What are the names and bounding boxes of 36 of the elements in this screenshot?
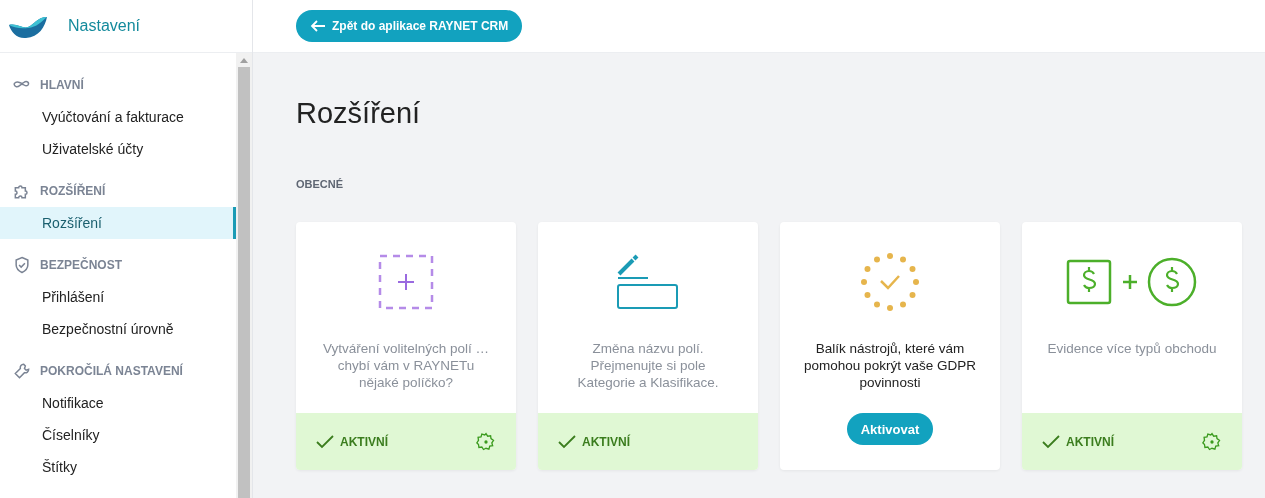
- app-title: Nastavení: [68, 17, 141, 35]
- settings-icon[interactable]: [1202, 431, 1222, 452]
- section-label: OBECNÉ: [296, 178, 345, 190]
- pencil-field-icon: [617, 254, 679, 310]
- sidebar-item[interactable]: Bezpečnostní úrovně: [0, 313, 236, 345]
- arrow-left-icon: [310, 20, 326, 32]
- sidebar-item[interactable]: Rozšíření: [0, 207, 236, 239]
- dashed-plus-icon: [378, 254, 434, 310]
- sidebar-item[interactable]: Přihlášení: [0, 281, 236, 313]
- sidebar-item[interactable]: Notifikace: [0, 387, 236, 419]
- dollar-plus-icon: [1066, 257, 1198, 307]
- sidebar-item[interactable]: Štítky: [0, 451, 236, 483]
- status-label: AKTIVNÍ: [1066, 434, 1114, 449]
- card-description: Evidence více typů obchodu: [1046, 340, 1218, 357]
- check-icon: [558, 434, 576, 449]
- card-description: Vytváření volitelných polí … chybí vám v RAYNETu nějaké políčko?: [321, 340, 491, 391]
- scrollbar[interactable]: [236, 53, 252, 498]
- card-description: Balík nástrojů, které vám pomohou pokrýt vaše GDPR povinnosti: [803, 340, 977, 391]
- star-ring-check-icon: [860, 252, 920, 312]
- section-heading: ROZŠÍŘENÍ: [40, 184, 106, 198]
- shield-icon: [12, 255, 32, 275]
- status-label: AKTIVNÍ: [340, 434, 388, 449]
- settings-icon[interactable]: [476, 431, 496, 452]
- section-heading: BEZPEČNOST: [40, 258, 122, 272]
- check-icon: [316, 434, 334, 449]
- page-title: Rozšíření: [296, 97, 422, 130]
- sidebar-item[interactable]: Číselníky: [0, 419, 236, 451]
- card-description: Změna názvu polí. Přejmenujte si pole Kategorie a Klasifikace.: [576, 340, 720, 391]
- scroll-up-icon[interactable]: [240, 57, 248, 63]
- sidebar-item[interactable]: Uživatelské účty: [0, 133, 236, 165]
- section-heading: POKROČILÁ NASTAVENÍ: [40, 364, 183, 378]
- wrench-icon: [12, 361, 32, 381]
- check-icon: [1042, 434, 1060, 449]
- status-label: AKTIVNÍ: [582, 434, 630, 449]
- sidebar-item[interactable]: Vyúčtování a fakturace: [0, 101, 236, 133]
- section-heading: HLAVNÍ: [40, 78, 84, 92]
